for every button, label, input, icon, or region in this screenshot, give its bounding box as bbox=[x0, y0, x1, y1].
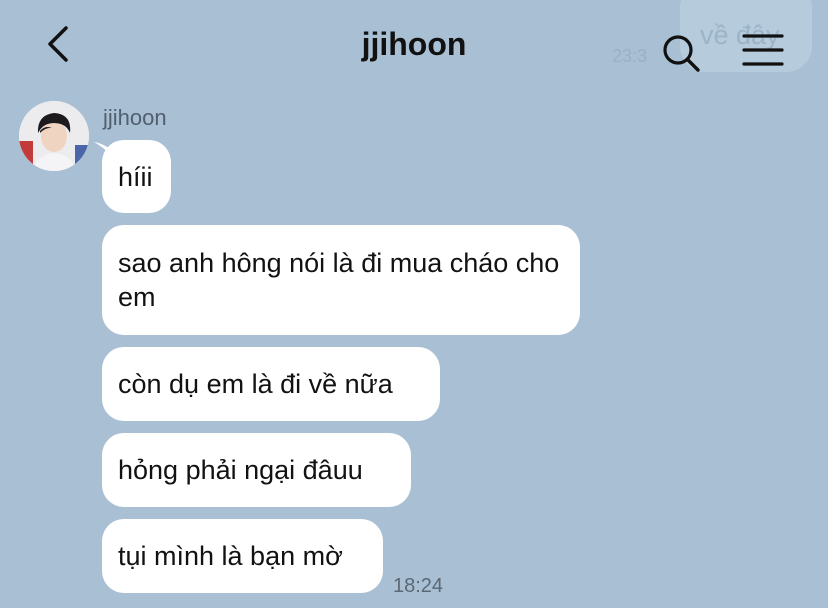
menu-button[interactable] bbox=[740, 30, 786, 70]
message-bubble[interactable]: hỏng phải ngại đâuu bbox=[102, 433, 411, 507]
message-bubble[interactable]: sao anh hông nói là đi mua cháo cho em bbox=[102, 225, 580, 335]
message-text: híii bbox=[118, 161, 153, 192]
sender-name: jjihoon bbox=[103, 105, 167, 130]
sender-avatar[interactable] bbox=[19, 101, 89, 171]
message-timestamp: 18:24 bbox=[393, 575, 444, 597]
chat-title: jjihoon bbox=[361, 26, 467, 62]
message-bubble[interactable]: còn dụ em là đi về nữa bbox=[102, 347, 440, 421]
search-icon bbox=[663, 35, 700, 72]
message-text: tụi mình là bạn mờ bbox=[118, 541, 343, 571]
message-bubble[interactable]: híii bbox=[102, 140, 171, 213]
message-text: sao anh hông nói là đi mua cháo cho em bbox=[118, 248, 560, 312]
message-text: còn dụ em là đi về nữa bbox=[118, 369, 393, 399]
search-button[interactable] bbox=[660, 32, 702, 74]
hamburger-menu-icon bbox=[742, 34, 784, 66]
message-text: hỏng phải ngại đâuu bbox=[118, 455, 363, 485]
chat-header: về đây 23:3 jjihoon bbox=[0, 0, 828, 92]
message-bubble[interactable]: tụi mình là bạn mờ bbox=[102, 519, 383, 593]
